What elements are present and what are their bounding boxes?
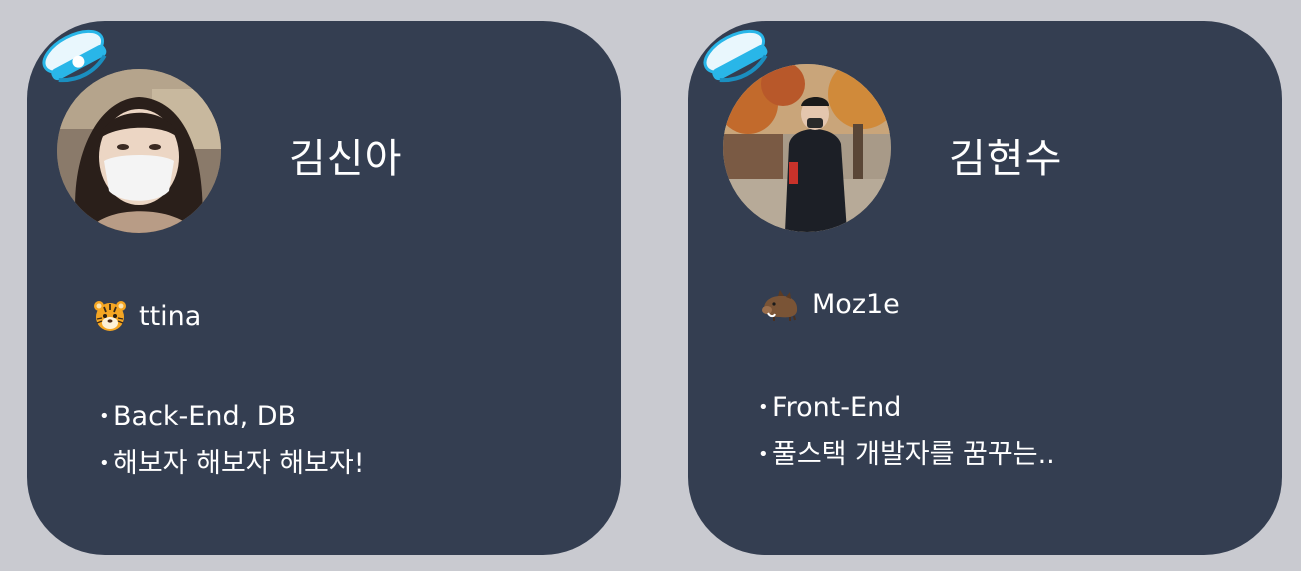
- handle-text: Moz1e: [812, 288, 900, 320]
- list-item: Front-End: [758, 384, 1055, 431]
- boar-icon: [762, 290, 798, 321]
- member-handle: Moz1e: [760, 287, 900, 321]
- avatar: [57, 69, 221, 233]
- profile-card-2: 김현수 Moz1e Front-End 풀스택 개발자를 꿈꾸는..: [688, 21, 1282, 555]
- captain-hat-icon: [42, 29, 107, 83]
- handle-text: ttina: [139, 300, 202, 332]
- profile-card-1: 김신아 ttina Back-End, DB 해보자 해보자 해보자!: [27, 21, 621, 555]
- list-item: 풀스택 개발자를 꿈꾸는..: [758, 431, 1055, 478]
- member-handle: ttina: [93, 299, 201, 333]
- member-name: 김현수: [949, 136, 1063, 182]
- list-item: Back-End, DB: [99, 393, 365, 440]
- member-details: Front-End 풀스택 개발자를 꿈꾸는..: [758, 384, 1055, 478]
- member-name: 김신아: [289, 136, 403, 182]
- list-item: 해보자 해보자 해보자!: [99, 440, 365, 487]
- captain-hat-icon: [703, 29, 768, 83]
- member-details: Back-End, DB 해보자 해보자 해보자!: [99, 393, 365, 487]
- avatar-photo: [57, 69, 221, 233]
- tiger-face-icon: [94, 301, 126, 331]
